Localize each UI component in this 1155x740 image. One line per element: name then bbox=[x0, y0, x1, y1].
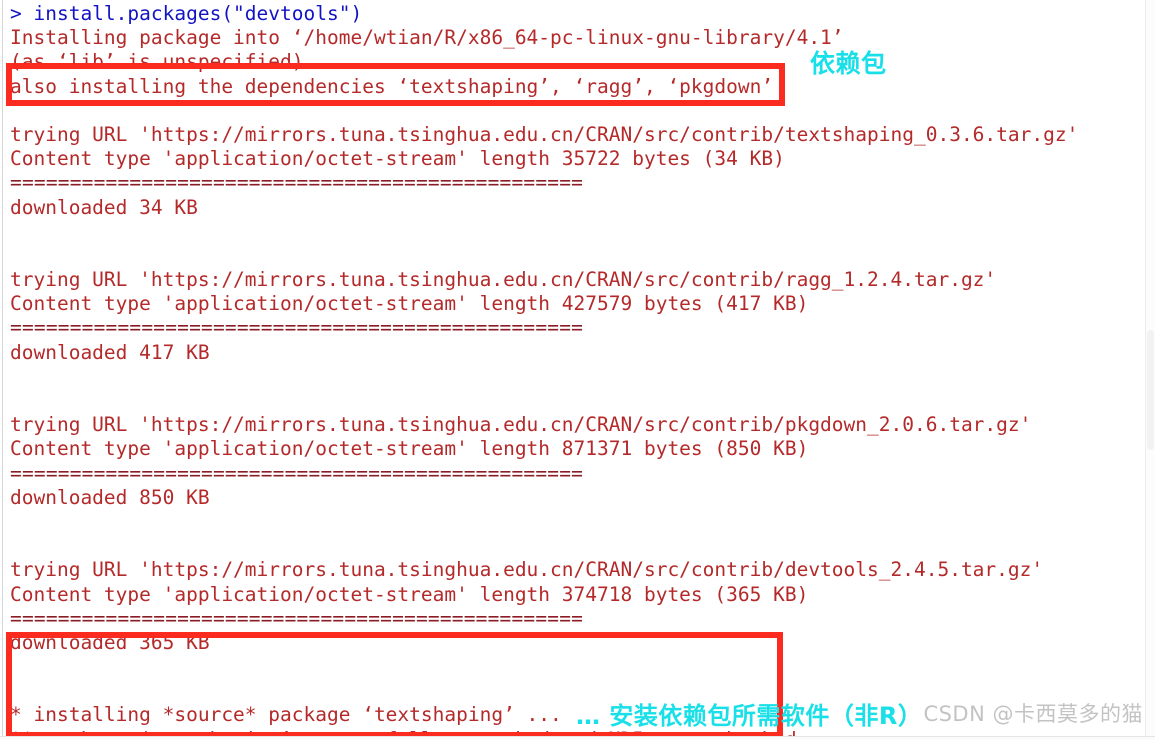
console-line: also installing the dependencies ‘textsh… bbox=[10, 74, 774, 98]
csdn-watermark: CSDN @卡西莫多的猫 bbox=[923, 702, 1143, 726]
console-line: ========================================… bbox=[10, 171, 584, 195]
console-line: downloaded 34 KB bbox=[10, 195, 198, 219]
console-line: Content type 'application/octet-stream' … bbox=[10, 292, 809, 316]
pane-bottom-edge bbox=[0, 736, 1155, 740]
annotation-required-software-label: … 安装依赖包所需软件（非R） bbox=[576, 702, 923, 730]
console-line: trying URL 'https://mirrors.tuna.tsinghu… bbox=[10, 122, 1079, 146]
annotation-dependencies-label: 依赖包 bbox=[810, 49, 887, 78]
console-output-area[interactable]: > install.packages("devtools") Installing… bbox=[10, 0, 1155, 740]
console-line: (as ‘lib’ is unspecified) bbox=[10, 50, 304, 74]
console-line: downloaded 365 KB bbox=[10, 630, 210, 654]
console-line: Content type 'application/octet-stream' … bbox=[10, 147, 785, 171]
console-gutter-line bbox=[2, 0, 3, 740]
console-line: downloaded 850 KB bbox=[10, 485, 210, 509]
r-console-screenshot: > install.packages("devtools") Installing… bbox=[0, 0, 1155, 740]
vertical-scrollbar-thumb[interactable] bbox=[1147, 330, 1154, 450]
console-line: trying URL 'https://mirrors.tuna.tsinghu… bbox=[10, 558, 1044, 582]
console-line: trying URL 'https://mirrors.tuna.tsinghu… bbox=[10, 268, 997, 292]
console-line: downloaded 417 KB bbox=[10, 340, 210, 364]
console-line: trying URL 'https://mirrors.tuna.tsinghu… bbox=[10, 413, 1032, 437]
console-line: ========================================… bbox=[10, 461, 584, 485]
vertical-scrollbar[interactable] bbox=[1145, 0, 1155, 740]
console-line: ========================================… bbox=[10, 606, 584, 630]
console-line: ========================================… bbox=[10, 316, 584, 340]
console-line: Content type 'application/octet-stream' … bbox=[10, 437, 809, 461]
console-line: Installing package into ‘/home/wtian/R/x… bbox=[10, 26, 844, 50]
console-line: Content type 'application/octet-stream' … bbox=[10, 582, 809, 606]
console-line: > install.packages("devtools") bbox=[10, 2, 363, 25]
